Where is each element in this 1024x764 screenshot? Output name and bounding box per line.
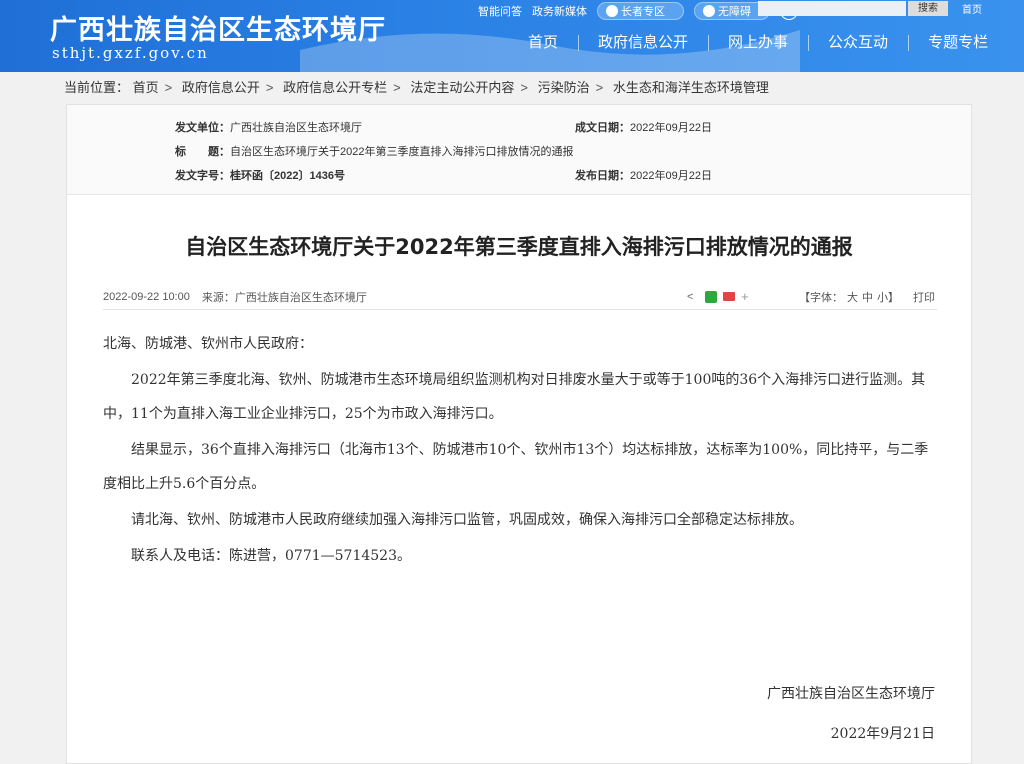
wheelchair-icon: [703, 5, 715, 17]
weibo-icon[interactable]: [723, 292, 735, 301]
meta-label: 发文单位：: [175, 122, 230, 134]
meta-title: 标 题：自治区生态环境厅关于2022年第三季度直排入海排污口排放情况的通报: [175, 143, 573, 159]
font-small-button[interactable]: 小: [877, 292, 888, 304]
site-title[interactable]: 广西壮族自治区生态环境厅: [50, 8, 386, 47]
document-meta: 发文单位：广西壮族自治区生态环境厅 标 题：自治区生态环境厅关于2022年第三季…: [67, 105, 971, 195]
breadcrumb-item[interactable]: 法定主动公开内容: [410, 80, 514, 95]
font-size-label: 【字体：: [799, 292, 843, 304]
meta-label: 发布日期：: [575, 170, 630, 182]
site-domain: sthjt.gxzf.gov.cn: [52, 44, 209, 62]
nav-online-service[interactable]: 网上办事: [708, 28, 808, 58]
elder-zone-label: 长者专区: [621, 6, 665, 18]
accessibility-label: 无障碍: [718, 6, 751, 18]
meta-value: 自治区生态环境厅关于2022年第三季度直排入海排污口排放情况的通报: [230, 146, 574, 158]
breadcrumb: 当前位置： 首页 > 政府信息公开 > 政府信息公开专栏 > 法定主动公开内容 > 污染…: [0, 72, 1024, 104]
main-nav: 首页 政府信息公开 网上办事 公众互动 专题专栏: [508, 28, 1008, 58]
meta-issuer: 发文单位：广西壮族自治区生态环境厅: [175, 119, 362, 135]
signature-date: 2022年9月21日: [830, 726, 935, 742]
meta-written-date: 成文日期：2022年09月22日: [575, 119, 712, 135]
new-media-link[interactable]: 政务新媒体: [532, 3, 587, 19]
meta-label: 发文字号：: [175, 170, 230, 182]
article-info-bar: 2022-09-22 10:00 来源：广西壮族自治区生态环境厅 < + 【字体…: [103, 287, 937, 307]
breadcrumb-item[interactable]: 水生态和海洋生态环境管理: [613, 80, 769, 95]
breadcrumb-separator: >: [393, 80, 401, 95]
contact-info: 联系人及电话：陈进营，0771—5714523。: [131, 548, 411, 564]
nav-gov-info[interactable]: 政府信息公开: [578, 28, 708, 58]
breadcrumb-item[interactable]: 首页: [133, 80, 159, 95]
breadcrumb-separator: >: [164, 80, 173, 95]
search-input[interactable]: [758, 1, 906, 16]
elder-zone-button[interactable]: 长者专区: [597, 2, 684, 20]
paragraph: 结果显示，36个直排入海排污口（北海市13个、防城港市10个、钦州市13个）均达…: [103, 442, 929, 492]
nav-public-interaction[interactable]: 公众互动: [808, 28, 908, 58]
breadcrumb-separator: >: [595, 80, 604, 95]
meta-value: 2022年09月22日: [630, 170, 712, 182]
share-bar: < +: [687, 289, 755, 304]
greeting: 北海、防城港、钦州市人民政府：: [103, 336, 313, 352]
plus-icon[interactable]: +: [741, 289, 749, 304]
meta-value: 广西壮族自治区生态环境厅: [230, 122, 362, 134]
nav-home[interactable]: 首页: [508, 28, 578, 58]
breadcrumb-prefix: 当前位置：: [64, 80, 130, 95]
meta-label: 标 题：: [175, 146, 230, 158]
meta-label: 成文日期：: [575, 122, 630, 134]
article-source: 来源：广西壮族自治区生态环境厅: [201, 292, 367, 304]
site-header: 广西壮族自治区生态环境厅 sthjt.gxzf.gov.cn 智能问答 政务新媒…: [0, 0, 1024, 72]
meta-publish-date: 发布日期：2022年09月22日: [575, 167, 712, 183]
font-medium-button[interactable]: 中: [862, 292, 873, 304]
wechat-icon[interactable]: [705, 290, 717, 303]
article-panel: 发文单位：广西壮族自治区生态环境厅 标 题：自治区生态环境厅关于2022年第三季…: [66, 104, 972, 764]
font-size-control: 【字体： 大中小】: [799, 289, 899, 305]
breadcrumb-separator: >: [520, 80, 528, 95]
article-title: 自治区生态环境厅关于2022年第三季度直排入海排污口排放情况的通报: [185, 235, 853, 259]
search-button[interactable]: 搜索: [908, 1, 948, 16]
paragraph: 请北海、钦州、防城港市人民政府继续加强入海排污口监管，巩固成效，确保入海排污口全…: [131, 512, 803, 528]
font-size-label-close: 】: [888, 292, 899, 304]
breadcrumb-item[interactable]: 政府信息公开: [182, 80, 260, 95]
meta-value: 桂环函〔2022〕1436号: [230, 170, 345, 182]
top-home-link[interactable]: 首页: [962, 1, 982, 16]
breadcrumb-item[interactable]: 污染防治: [538, 80, 590, 95]
breadcrumb-item[interactable]: 政府信息公开专栏: [283, 80, 387, 95]
smart-qa-link[interactable]: 智能问答: [478, 3, 522, 19]
signature-org: 广西壮族自治区生态环境厅: [767, 686, 935, 702]
font-large-button[interactable]: 大: [847, 292, 858, 304]
share-icon[interactable]: <: [687, 291, 699, 303]
nav-special-topics[interactable]: 专题专栏: [908, 28, 1008, 58]
breadcrumb-separator: >: [265, 80, 274, 95]
paragraph: 2022年第三季度北海、钦州、防城港市生态环境局组织监测机构对日排废水量大于或等…: [103, 372, 926, 422]
elder-icon: [606, 5, 618, 17]
article-datetime: 2022-09-22 10:00: [103, 291, 190, 303]
meta-doc-no: 发文字号：桂环函〔2022〕1436号: [175, 167, 345, 183]
print-button[interactable]: 打印: [913, 289, 935, 305]
meta-value: 2022年09月22日: [630, 122, 712, 134]
divider: [103, 309, 937, 310]
article-body: 北海、防城港、钦州市人民政府： 2022年第三季度北海、钦州、防城港市生态环境局…: [103, 327, 937, 575]
